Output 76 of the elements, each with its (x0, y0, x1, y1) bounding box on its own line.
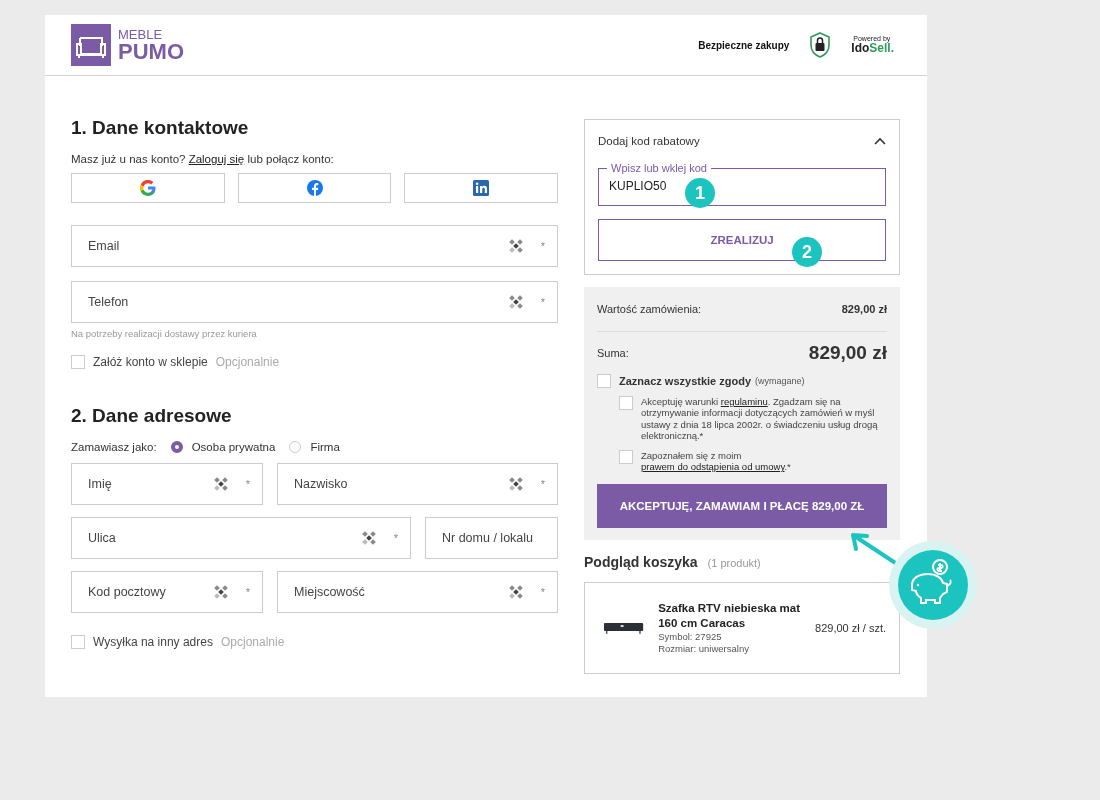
checkbox-label: Wysyłka na inny adres (93, 635, 213, 649)
logo-text: PUMO (118, 40, 184, 63)
secure-shopping-text: Bezpieczne zakupy (698, 39, 790, 51)
consent-text: Akceptuję warunki regulaminu. Zgadzam się na otrzymywanie informacji dotyczących zamówień w myśl ustawy z dnia 18 lipca 2002r. o świadczeniu usług drogą elektroniczną.* (641, 396, 879, 442)
checkbox[interactable] (71, 635, 85, 649)
place-order-button[interactable]: AKCEPTUJĘ, ZAMAWIAM I PŁACĘ 829,00 ZŁ (597, 484, 887, 529)
optional-note: Opcjonalnie (215, 355, 280, 369)
required-mark: * (540, 296, 545, 308)
checkbox[interactable] (71, 355, 85, 369)
product-price: 829,00 zł / szt. (815, 622, 886, 635)
radio-label: Osoba prywatna (191, 441, 276, 453)
required-mark: * (245, 478, 250, 490)
optional-note: Opcjonalnie (220, 635, 285, 649)
step-badge: 2 (792, 237, 822, 267)
radio-button[interactable] (170, 441, 183, 453)
section-title: Podgląd koszyka (584, 554, 698, 571)
chevron-up-icon[interactable] (874, 137, 886, 145)
field-label: Zamawiasz jako: (71, 441, 157, 453)
sofa-logo-icon (71, 24, 111, 66)
consent-text: Zapoznałem się z moim prawem do odstąpienia od umowy.* (641, 449, 792, 473)
text-input[interactable]: Miejscowość (294, 585, 491, 599)
social-login-button[interactable] (237, 173, 392, 203)
input-field[interactable]: Nazwisko * (277, 463, 558, 505)
required-mark: * (540, 240, 545, 252)
summary-value: 829,00 zł (808, 342, 887, 364)
required-mark: * (540, 478, 545, 490)
social-login-button[interactable] (71, 173, 225, 203)
text-input[interactable]: Telefon (88, 295, 491, 309)
section-title: 1. Dane kontaktowe (71, 117, 250, 139)
summary-label: Wartość zamówienia: (597, 303, 702, 315)
input-field[interactable]: Imię * (71, 463, 263, 505)
required-note: (wymagane) (755, 376, 805, 386)
checkbox[interactable] (619, 449, 633, 464)
tv-cabinet-drawing (603, 622, 645, 635)
required-mark: * (393, 532, 398, 544)
logo-text-small: MEBLE (118, 27, 164, 41)
input-field[interactable]: Nr domu / lokalu (425, 517, 558, 559)
social-login-button[interactable] (404, 173, 558, 203)
checkbox[interactable] (597, 374, 611, 388)
product-name[interactable]: Szafka RTV niebieska mat 160 cm Caracas (658, 601, 802, 631)
required-mark: * (540, 586, 545, 598)
required-mark: * (245, 586, 250, 598)
radio-label: Firma (310, 441, 340, 453)
checkbox-label: Załóż konto w sklepie (93, 355, 208, 369)
text-input[interactable]: Imię (88, 477, 196, 491)
consent-link[interactable]: prawem do odstąpienia od umowy (641, 460, 785, 472)
padlock-shield-icon (809, 32, 832, 58)
checkbox[interactable] (619, 396, 633, 410)
input-field[interactable]: Miejscowość * (277, 571, 558, 613)
step-badge: 1 (685, 178, 715, 208)
field-hint: Na potrzeby realizacji dostawy przez kuriera (71, 328, 258, 339)
google-icon (139, 180, 156, 196)
code-input-field[interactable]: Wpisz lub wklej kod KUPLIO50 1 (598, 162, 886, 206)
panel-title: Dodaj kod rabatowy (598, 135, 700, 147)
login-link[interactable]: Zaloguj się (188, 153, 245, 165)
input-field[interactable]: Email * (71, 225, 558, 267)
product-symbol: Symbol: 27925 (658, 630, 723, 644)
text-input[interactable]: Kod pocztowy (88, 585, 196, 599)
input-field[interactable]: Ulica * (71, 517, 411, 559)
text-input[interactable]: Email (88, 239, 491, 253)
linkedin-icon (473, 180, 490, 196)
summary-label: Suma: (597, 347, 629, 359)
facebook-icon (306, 180, 323, 196)
login-prompt: Masz już u nas konto? Zaloguj się lub połącz konto: (71, 153, 335, 165)
section-title: 2. Dane adresowe (71, 405, 233, 427)
brand-name: IdoSell. (851, 42, 894, 56)
product-size: Rozmiar: uniwersalny (658, 643, 750, 656)
input-field[interactable]: Kod pocztowy * (71, 571, 263, 613)
text-input[interactable]: Nr domu / lokalu (442, 531, 545, 545)
consent-link[interactable]: regulaminu (720, 396, 768, 407)
summary-value: 829,00 zł (841, 303, 887, 315)
checkbox-label: Zaznacz wszystkie zgody (619, 375, 752, 387)
item-count: (1 produkt) (707, 557, 761, 570)
input-field[interactable]: Telefon * (71, 281, 558, 323)
text-input[interactable]: Ulica (88, 531, 344, 545)
text-input[interactable]: Nazwisko (294, 477, 491, 491)
